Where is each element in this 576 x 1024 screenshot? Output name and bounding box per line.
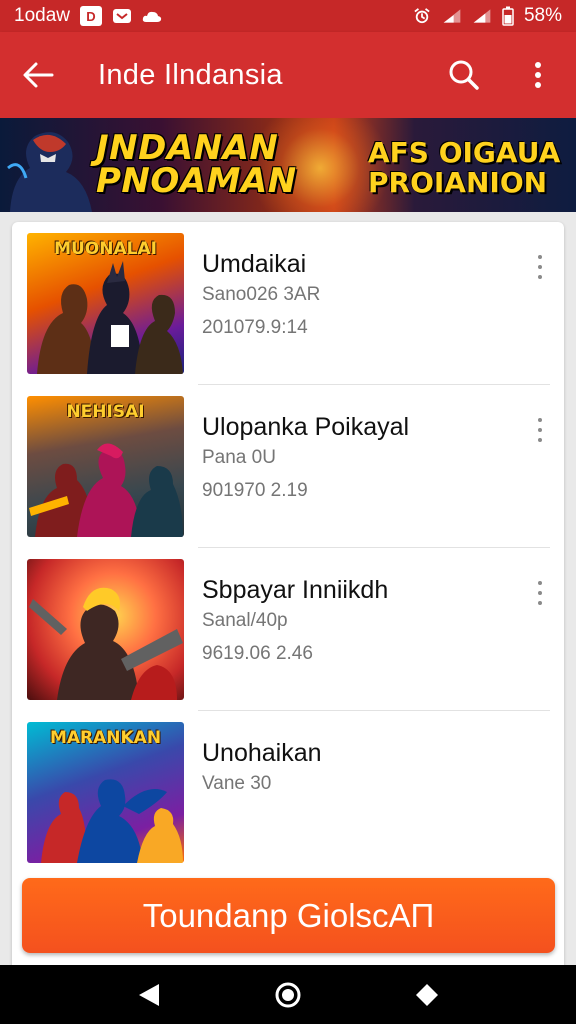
banner-hero-image (7, 132, 92, 212)
status-bar: 1odaw D 58% (0, 0, 576, 32)
game-title: Ulopanka Poikayal (202, 413, 410, 441)
game-subtitle: Sanal/40p (202, 610, 288, 631)
game-logo: NEHISAI (66, 402, 145, 422)
game-thumbnail: MARANKAN (27, 722, 184, 863)
game-subtitle: Vane 30 (202, 773, 272, 794)
game-logo: MARANKAN (49, 728, 162, 748)
banner-right-line2: PROIANION (368, 166, 548, 199)
game-title: Sbpayar Inniikdh (202, 576, 389, 604)
game-title: Unohaikan (202, 739, 322, 767)
alarm-icon (414, 8, 430, 24)
app-bar: Inde Ilndansia (0, 32, 576, 118)
battery-percent: 58% (523, 5, 562, 26)
banner-right-text: AFS OIGAUA PROIANION (368, 138, 560, 198)
more-vert-icon[interactable] (518, 55, 558, 95)
nav-home-icon[interactable] (268, 975, 308, 1015)
banner-right-line1: AFS OIGAUA (368, 136, 561, 169)
game-thumbnail: MUONALAI (27, 233, 184, 374)
banner-left-line2: PNOAMAN (96, 161, 297, 201)
cloud-icon (142, 11, 162, 22)
game-meta: 901970 2.19 (202, 480, 308, 501)
game-meta: 201079.9:14 (202, 317, 308, 338)
game-subtitle: Sano026 3AR (202, 284, 321, 305)
notification-d-icon: D (80, 6, 102, 26)
system-nav-bar (0, 965, 576, 1024)
page-title: Inde Ilndansia (98, 58, 283, 91)
battery-icon (502, 6, 514, 26)
promo-banner[interactable]: JNDANAN PNOAMAN AFS OIGAUA PROIANION (0, 118, 576, 212)
download-button[interactable]: Toundanp GiolscAП (22, 878, 555, 953)
game-list: MUONALAI Umdaikai Sano026 3AR 201079.9:1… (12, 222, 564, 982)
item-more-icon[interactable] (532, 578, 548, 608)
list-item[interactable]: NEHISAI Ulopanka Poikayal Pana 0U 901970… (12, 385, 564, 548)
game-title: Umdaikai (202, 250, 307, 278)
game-thumbnail (27, 559, 184, 700)
search-icon[interactable] (444, 55, 484, 95)
item-more-icon[interactable] (532, 415, 548, 445)
message-icon (113, 9, 131, 23)
game-logo: MUONALAI (54, 239, 157, 259)
list-item[interactable]: MARANKAN Unohaikan Vane 30 (12, 711, 564, 874)
item-more-icon[interactable] (532, 252, 548, 282)
nav-back-icon[interactable] (129, 975, 169, 1015)
signal-icon-2 (473, 9, 491, 23)
list-item[interactable]: MUONALAI Umdaikai Sano026 3AR 201079.9:1… (12, 222, 564, 385)
arrow-back-icon[interactable] (18, 55, 58, 95)
banner-left-text: JNDANAN PNOAMAN (96, 131, 297, 201)
nav-recents-icon[interactable] (407, 975, 447, 1015)
status-time: 1odaw (14, 5, 70, 26)
game-subtitle: Pana 0U (202, 447, 276, 468)
list-item[interactable]: Sbpayar Inniikdh Sanal/40p 9619.06 2.46 (12, 548, 564, 711)
game-thumbnail: NEHISAI (27, 396, 184, 537)
signal-icon (443, 9, 461, 23)
game-meta: 9619.06 2.46 (202, 643, 313, 664)
